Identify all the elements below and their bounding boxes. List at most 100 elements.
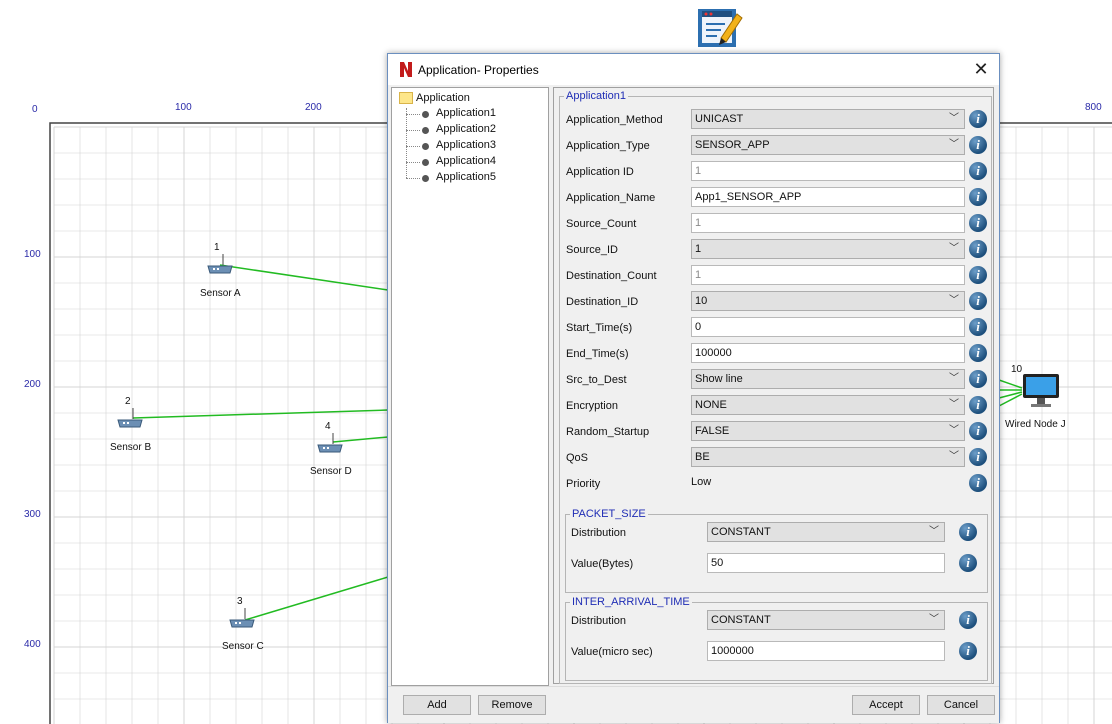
packet-distribution-select[interactable]: CONSTANT ﹀ [707,522,945,542]
application-edit-icon[interactable] [697,8,743,48]
application-type-select[interactable]: SENSOR_APP ﹀ [691,135,965,155]
field-label: Source_ID [566,244,618,256]
field-value: CONSTANT [711,526,771,538]
info-icon[interactable]: i [969,318,987,336]
info-icon[interactable]: i [969,448,987,466]
info-icon[interactable]: i [969,188,987,206]
tree-root-label: Application [416,92,470,104]
tree-connector [406,162,420,163]
info-icon[interactable]: i [969,214,987,232]
field-value: 100000 [695,347,732,359]
info-icon[interactable]: i [969,474,987,492]
field-value: Low [691,476,712,488]
remove-button[interactable]: Remove [478,695,546,715]
encryption-select[interactable]: NONE ﹀ [691,395,965,415]
sensor-node[interactable]: 3 Sensor C [222,596,272,656]
node-name: Sensor B [110,442,152,453]
close-icon[interactable]: ✕ [970,58,992,80]
tree-connector [406,178,420,179]
info-icon[interactable]: i [969,396,987,414]
tree-item-label: Application5 [436,171,496,183]
info-icon[interactable]: i [969,136,987,154]
properties-panel: Application1 Application_Method UNICAST ﹀… [553,87,994,684]
packet-size-group: PACKET_SIZE Distribution CONSTANT ﹀ i Val… [565,508,988,593]
tree-item-application1[interactable]: Application1 [406,106,536,122]
accept-button[interactable]: Accept [852,695,920,715]
field-label: Application ID [566,166,634,178]
info-icon[interactable]: i [969,110,987,128]
source-id-select[interactable]: 1 ﹀ [691,239,965,259]
group-title: Application1 [564,90,628,102]
field-label: QoS [566,452,589,464]
inter-arrival-distribution-select[interactable]: CONSTANT ﹀ [707,610,945,630]
application-tree: Application Application1 Application2 Ap… [391,87,549,686]
tree-connector [406,114,420,115]
tree-item-application2[interactable]: Application2 [406,122,536,138]
add-button[interactable]: Add [403,695,471,715]
field-value: 10 [695,295,708,307]
info-icon[interactable]: i [969,344,987,362]
x-axis-tick: 200 [305,102,322,113]
tree-item-label: Application2 [436,123,496,135]
info-icon[interactable]: i [969,162,987,180]
end-time-input[interactable]: 100000 [691,343,965,363]
node-name: Sensor D [310,466,352,477]
priority-value: Low [688,473,962,493]
group-title: PACKET_SIZE [570,508,648,520]
node-name: Sensor A [200,288,241,299]
sensor-icon [207,254,233,274]
field-label: Distribution [571,527,627,539]
start-time-input[interactable]: 0 [691,317,965,337]
info-icon[interactable]: i [969,422,987,440]
field-value: 1000000 [711,645,754,657]
field-label: Distribution [571,615,627,627]
field-label: Destination_Count [566,270,657,282]
folder-icon [399,92,413,104]
info-icon[interactable]: i [959,642,977,660]
sensor-node[interactable]: 2 Sensor B [110,396,160,456]
info-icon[interactable]: i [969,370,987,388]
y-axis-tick: 300 [24,509,41,520]
bullet-icon [422,159,429,166]
field-label: Application_Name [566,192,656,204]
sensor-node[interactable]: 1 Sensor A [200,242,250,302]
y-axis-tick: 200 [24,379,41,390]
destination-id-select[interactable]: 10 ﹀ [691,291,965,311]
packet-size-input[interactable]: 50 [707,553,945,573]
field-label: End_Time(s) [566,348,629,360]
application-method-select[interactable]: UNICAST ﹀ [691,109,965,129]
wired-node[interactable]: 10 Wired Node J [1003,364,1112,434]
dialog-titlebar[interactable]: Application- Properties ✕ [388,54,999,85]
info-icon[interactable]: i [969,266,987,284]
sensor-node[interactable]: 4 Sensor D [310,421,360,481]
tree-item-application5[interactable]: Application5 [406,170,536,186]
chevron-down-icon: ﹀ [949,295,959,306]
app-logo-icon [399,61,413,78]
bullet-icon [422,175,429,182]
field-label: Start_Time(s) [566,322,633,334]
info-icon[interactable]: i [959,611,977,629]
field-value: CONSTANT [711,614,771,626]
field-value: Show line [695,373,743,385]
field-label: Encryption [566,400,618,412]
tree-item-application4[interactable]: Application4 [406,154,536,170]
random-startup-select[interactable]: FALSE ﹀ [691,421,965,441]
field-label: Value(Bytes) [571,558,634,570]
info-icon[interactable]: i [969,292,987,310]
qos-select[interactable]: BE ﹀ [691,447,965,467]
y-axis-tick: 100 [24,249,41,260]
tree-item-application3[interactable]: Application3 [406,138,536,154]
inter-arrival-value-input[interactable]: 1000000 [707,641,945,661]
info-icon[interactable]: i [959,554,977,572]
src-to-dest-select[interactable]: Show line ﹀ [691,369,965,389]
application-name-input[interactable]: App1_SENSOR_APP [691,187,965,207]
y-axis-tick: 400 [24,639,41,650]
info-icon[interactable]: i [959,523,977,541]
sensor-icon [229,608,255,628]
cancel-button[interactable]: Cancel [927,695,995,715]
tree-connector [406,130,420,131]
info-icon[interactable]: i [969,240,987,258]
sensor-icon [317,433,343,453]
inter-arrival-time-group: INTER_ARRIVAL_TIME Distribution CONSTANT… [565,596,988,681]
field-value: NONE [695,399,727,411]
